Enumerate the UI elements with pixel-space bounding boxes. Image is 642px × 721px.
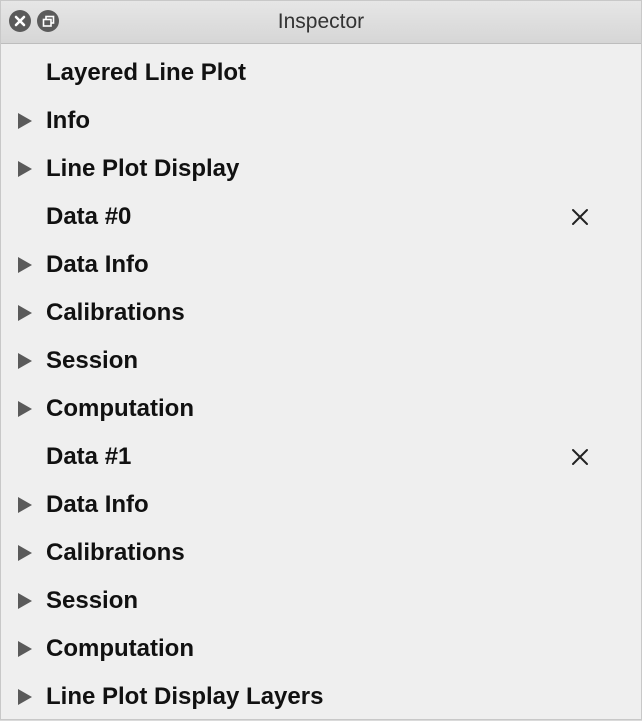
section-row-session[interactable]: Session xyxy=(1,577,641,625)
section-row-line-plot-display-layers[interactable]: Line Plot Display Layers xyxy=(1,673,641,721)
data-item-header-data-0: Data #0 xyxy=(1,193,641,241)
disclosure-triangle-icon[interactable] xyxy=(15,687,35,707)
section-row-calibrations[interactable]: Calibrations xyxy=(1,529,641,577)
disclosure-triangle-icon[interactable] xyxy=(15,159,35,179)
inspector-heading: Layered Line Plot xyxy=(46,59,247,86)
section-label: Computation xyxy=(46,395,194,422)
section-row-data-info[interactable]: Data Info xyxy=(1,241,641,289)
disclosure-triangle-icon[interactable] xyxy=(15,591,35,611)
data-item-label: Data #1 xyxy=(46,443,132,470)
section-row-session[interactable]: Session xyxy=(1,337,641,385)
data-item-header-data-1: Data #1 xyxy=(1,433,641,481)
section-label: Line Plot Display Layers xyxy=(46,683,324,710)
inspector-heading-row: Layered Line Plot xyxy=(1,49,641,97)
disclosure-triangle-icon[interactable] xyxy=(15,255,35,275)
section-label: Info xyxy=(46,107,90,134)
remove-data-icon[interactable] xyxy=(567,205,593,229)
section-label: Data Info xyxy=(46,251,149,278)
window-title: Inspector xyxy=(277,10,365,33)
section-label: Calibrations xyxy=(46,299,185,326)
disclosure-triangle-icon[interactable] xyxy=(15,495,35,515)
section-row-info[interactable]: Info xyxy=(1,97,641,145)
disclosure-triangle-icon[interactable] xyxy=(15,639,35,659)
section-row-computation[interactable]: Computation xyxy=(1,625,641,673)
disclosure-triangle-icon[interactable] xyxy=(15,111,35,131)
section-label: Session xyxy=(46,587,139,614)
close-icon[interactable] xyxy=(9,10,31,32)
section-row-computation[interactable]: Computation xyxy=(1,385,641,433)
disclosure-triangle-icon[interactable] xyxy=(15,303,35,323)
section-label: Computation xyxy=(46,635,194,662)
section-row-line-plot-display[interactable]: Line Plot Display xyxy=(1,145,641,193)
section-label: Calibrations xyxy=(46,539,185,566)
data-item-label: Data #0 xyxy=(46,203,132,230)
section-row-data-info[interactable]: Data Info xyxy=(1,481,641,529)
section-label: Session xyxy=(46,347,139,374)
title-bar[interactable]: Inspector xyxy=(1,1,641,44)
disclosure-triangle-icon[interactable] xyxy=(15,351,35,371)
remove-data-icon[interactable] xyxy=(567,445,593,469)
section-row-calibrations[interactable]: Calibrations xyxy=(1,289,641,337)
section-label: Data Info xyxy=(46,491,149,518)
inspector-window: Inspector Layered Line Plot Info Line Plo… xyxy=(0,0,642,720)
restore-window-icon[interactable] xyxy=(37,10,59,32)
section-label: Line Plot Display xyxy=(46,155,240,182)
inspector-panel: Layered Line Plot Info Line Plot Display D… xyxy=(1,44,641,719)
disclosure-triangle-icon[interactable] xyxy=(15,543,35,563)
disclosure-triangle-icon[interactable] xyxy=(15,399,35,419)
